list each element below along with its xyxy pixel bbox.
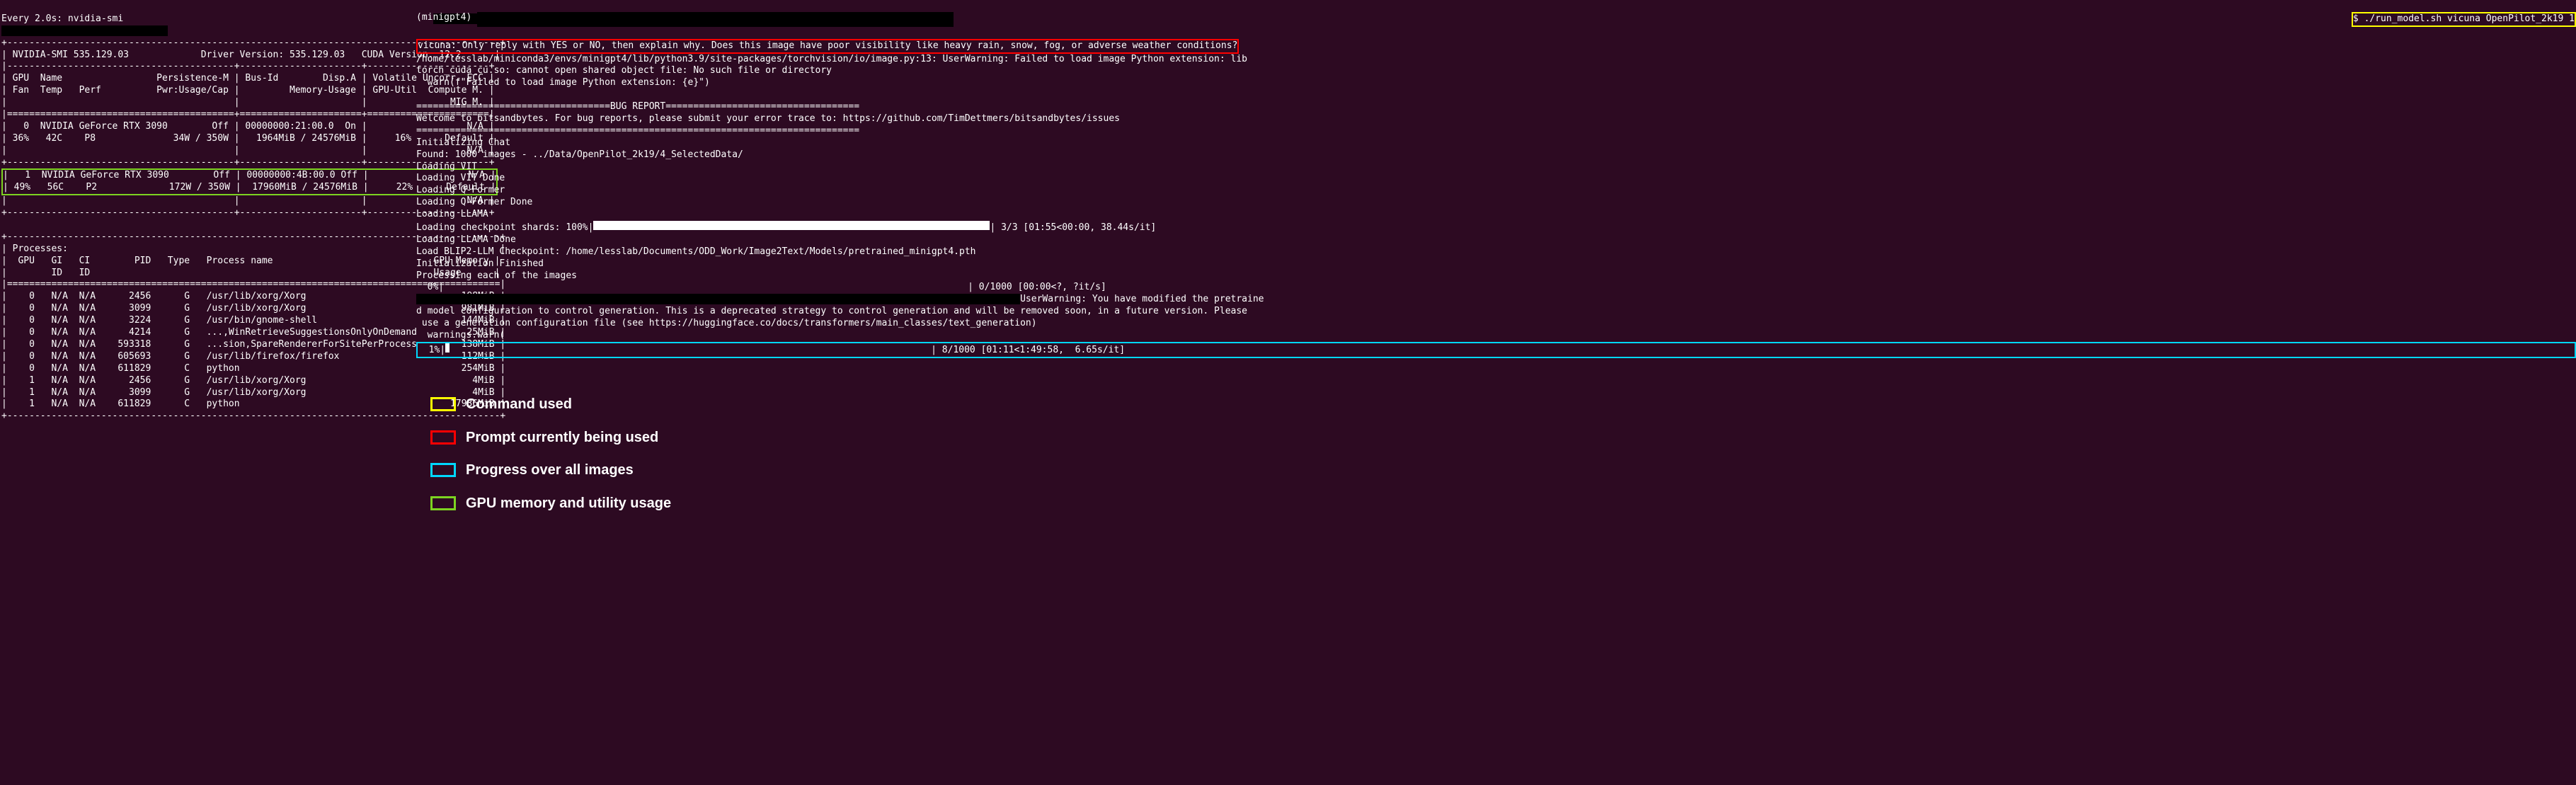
log-line: Loading Q-Former Done	[416, 197, 532, 207]
log-line: Initializing Chat	[416, 137, 510, 148]
redacted-text: XXXXXXXXXXXXXXXXXXXXXXXXXXXXXXXXXXXXXXXX…	[477, 12, 954, 27]
legend-row: Progress over all images	[430, 461, 2576, 479]
progress-bar-shards	[593, 221, 990, 230]
log-line: use a generation configuration file (see…	[416, 318, 1037, 328]
progress-highlight: 1%|| 8/1000 [01:11<1:49:58, 6.65s/it]	[416, 342, 2576, 358]
log-line: UserWarning: You have modified the pretr…	[1020, 294, 1264, 304]
log-line: d model configuration to control generat…	[416, 306, 1247, 316]
log-line: Processing each of the images	[416, 270, 577, 281]
legend-label: Command used	[466, 395, 572, 413]
log-line: ===================================BUG R…	[416, 101, 859, 112]
log-line: Loading VIT	[416, 161, 477, 172]
log-line: Loading LLAMA Done	[416, 234, 516, 245]
log-line: Welcome to bitsandbytes. For bug reports…	[416, 113, 1120, 124]
legend-label: Prompt currently being used	[466, 428, 658, 447]
log-line: Loading VIT Done	[416, 173, 505, 183]
legend-row: Command used	[430, 395, 2576, 413]
command-highlight: $ ./run_model.sh vicuna OpenPilot_2k19 1	[2352, 12, 2576, 27]
watch-header: Every 2.0s: nvidia-smi	[1, 13, 123, 24]
redacted-text: XXXXXXXXXXXXXXXXXXXXXXXXXXXXXXXXXXXXXXXX…	[416, 294, 1020, 304]
log-line: torch_cuda_cu.so: cannot open shared obj…	[416, 65, 832, 76]
legend-label: Progress over all images	[466, 461, 634, 479]
prompt-highlight: vicuna: Only reply with YES or NO, then …	[416, 39, 1239, 54]
legend-swatch-green	[430, 496, 456, 510]
legend-swatch-red	[430, 430, 456, 445]
log-line: Loading LLAMA	[416, 209, 488, 219]
log-line: warn(f"Failed to load image Python exten…	[416, 77, 710, 88]
legend-row: GPU memory and utility usage	[430, 494, 2576, 512]
log-line: Found: 1000 images - ../Data/OpenPilot_2…	[416, 149, 743, 160]
log-line: warnings.warn(	[416, 330, 505, 340]
left-pane-nvidia-smi: Every 2.0s: nvidia-smi XXXXXXXXXXXXXXXXX…	[0, 0, 416, 539]
legend: Command used Prompt currently being used…	[430, 383, 2576, 527]
right-pane-model-output: (minigpt4) XXXXXXXXXXXXXXXXXXXXXXXXXXXXX…	[416, 0, 2576, 539]
log-line: Load BLIP2-LLM Checkpoint: /home/lesslab…	[416, 246, 976, 257]
legend-row: Prompt currently being used	[430, 428, 2576, 447]
progress-bar-1pct	[445, 343, 450, 353]
legend-label: GPU memory and utility usage	[466, 494, 671, 512]
prompt-text: vicuna: Only reply with YES or NO, then …	[418, 40, 1237, 51]
log-line: Initialization Finished	[416, 258, 544, 269]
progress-0-line: 0%|| 0/1000 [00:00<?, ?it/s]	[416, 282, 1106, 292]
log-line: Loading Q-Former	[416, 185, 505, 195]
conda-env: (minigpt4)	[416, 12, 477, 27]
redacted-text: XXXXXXXXXXXXXXXXXXXXXXXXXXXXXX	[1, 25, 168, 36]
shards-line: Loading checkpoint shards: 100%|| 3/3 [0…	[416, 222, 1156, 233]
legend-swatch-cyan	[430, 463, 456, 477]
log-line: /home/lesslab/miniconda3/envs/minigpt4/l…	[416, 54, 1247, 64]
legend-swatch-yellow	[430, 397, 456, 411]
log-line: ========================================…	[416, 125, 859, 136]
command-text: $ ./run_model.sh vicuna OpenPilot_2k19 1	[2353, 13, 2575, 24]
